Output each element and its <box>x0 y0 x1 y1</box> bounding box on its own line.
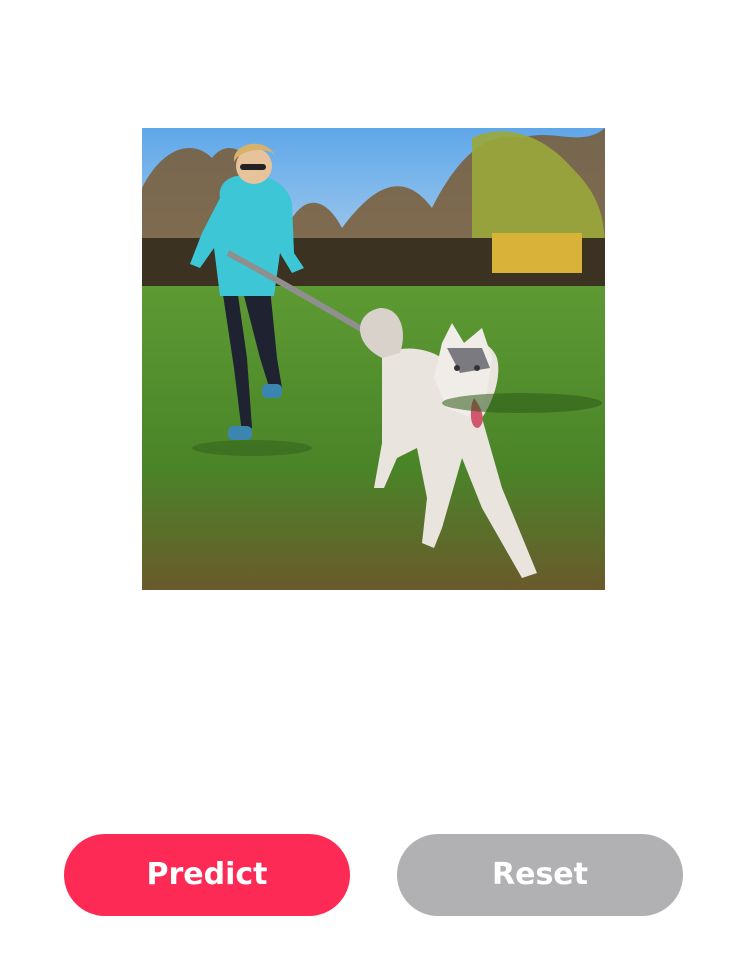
predict-button[interactable]: Predict <box>64 834 350 916</box>
reset-button[interactable]: Reset <box>397 834 683 916</box>
input-photo <box>142 128 605 590</box>
photo-runner-with-husky <box>142 128 605 590</box>
